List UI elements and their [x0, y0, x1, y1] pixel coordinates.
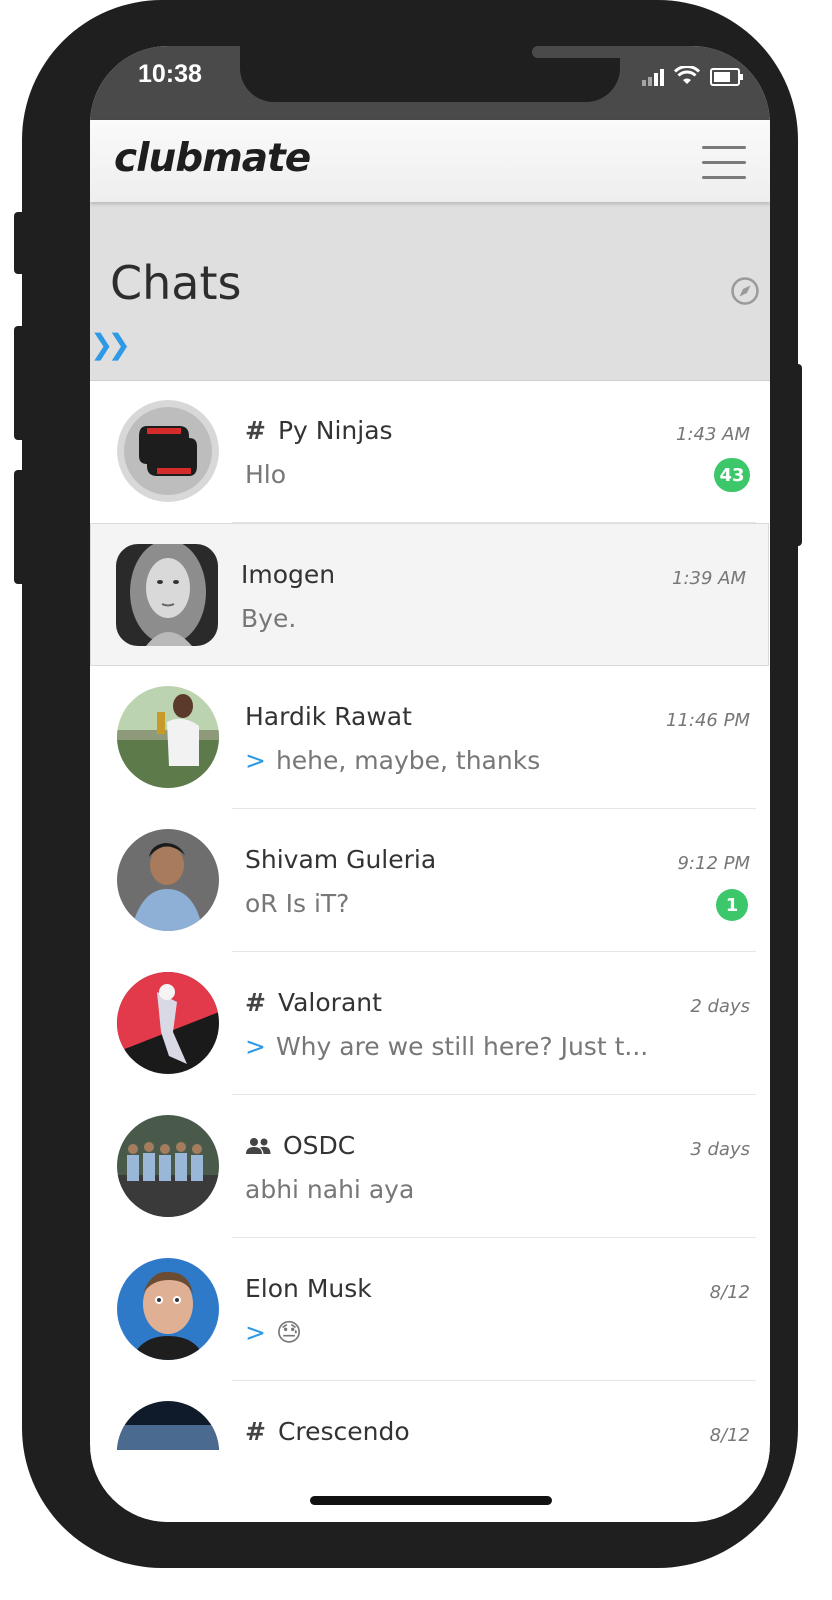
bottom-area — [90, 1450, 770, 1522]
chat-name: OSDC — [283, 1131, 356, 1160]
chat-item-imogen[interactable]: Imogen Bye. 1:39 AM — [90, 523, 769, 666]
chat-preview: hehe, maybe, thanks — [275, 746, 541, 775]
avatar — [116, 544, 218, 646]
status-bar: 10:38 — [90, 46, 770, 120]
chat-time: 8/12 — [709, 1425, 750, 1446]
home-indicator[interactable] — [310, 1496, 552, 1505]
chat-time: 8/12 — [709, 1282, 750, 1303]
channel-hash-icon: # — [245, 1417, 266, 1446]
notch — [240, 46, 626, 102]
chat-name: Py Ninjas — [277, 416, 393, 445]
phone-frame: 10:38 clubmate Chats ❯❯ # Py Ninjas Hlo … — [22, 0, 798, 1568]
chat-time: 9:12 PM — [677, 853, 750, 874]
chat-item-valorant[interactable]: # Valorant > Why are we still here? Just … — [90, 952, 770, 1095]
page-title: Chats — [110, 256, 242, 310]
chat-list: # Py Ninjas Hlo 1:43 AM 43 Imogen Bye. 1… — [90, 380, 770, 1450]
avatar — [117, 1401, 219, 1450]
app-logo: clubmate — [114, 136, 311, 181]
chat-name: Crescendo — [277, 1417, 410, 1446]
phone-screen: 10:38 clubmate Chats ❯❯ # Py Ninjas Hlo … — [90, 46, 770, 1522]
sent-indicator-icon: > — [245, 746, 266, 775]
chat-item-osdc[interactable]: OSDC abhi nahi aya 3 days — [90, 1095, 770, 1238]
sent-indicator-icon: > — [245, 1318, 266, 1347]
compass-icon[interactable] — [730, 276, 760, 306]
sent-indicator-icon: > — [245, 1032, 266, 1061]
chat-name: Elon Musk — [245, 1274, 372, 1303]
app-header: clubmate — [90, 120, 770, 202]
chat-item-py-ninjas[interactable]: # Py Ninjas Hlo 1:43 AM 43 — [90, 380, 770, 523]
chat-time: 2 days — [690, 996, 750, 1017]
unread-badge: 1 — [716, 889, 748, 921]
status-time: 10:38 — [138, 60, 202, 88]
signal-icon — [642, 68, 664, 86]
chat-name: Valorant — [277, 988, 382, 1017]
chat-name: Hardik Rawat — [245, 702, 412, 731]
chat-preview: 😓 — [275, 1318, 303, 1347]
group-icon — [246, 1137, 271, 1154]
avatar — [117, 1258, 219, 1360]
chat-time: 11:46 PM — [666, 710, 750, 731]
chats-header: Chats ❯❯ — [90, 202, 770, 381]
double-chevron-right-icon[interactable]: ❯❯ — [90, 328, 131, 361]
avatar — [117, 972, 219, 1074]
chat-item-hardik-rawat[interactable]: Hardik Rawat > hehe, maybe, thanks 11:46 … — [90, 666, 770, 809]
chat-preview: Why are we still here? Just t... — [275, 1032, 649, 1061]
chat-preview: oR Is iT? — [245, 889, 350, 918]
avatar — [117, 829, 219, 931]
chat-name: Shivam Guleria — [245, 845, 437, 874]
channel-hash-icon: # — [245, 416, 266, 445]
chat-name: Imogen — [241, 560, 336, 589]
hamburger-menu-icon[interactable] — [702, 146, 746, 180]
chat-preview: Hlo — [245, 460, 287, 489]
avatar — [117, 400, 219, 502]
battery-icon — [710, 68, 743, 86]
unread-badge: 43 — [714, 458, 750, 492]
chat-item-crescendo[interactable]: # Crescendo 8/12 — [90, 1381, 770, 1450]
status-icons — [642, 66, 743, 86]
chat-item-elon-musk[interactable]: Elon Musk > 😓 8/12 — [90, 1238, 770, 1381]
avatar — [117, 686, 219, 788]
chat-time: 3 days — [690, 1139, 750, 1160]
avatar — [117, 1115, 219, 1217]
chat-preview: Bye. — [241, 604, 297, 633]
chat-item-shivam-guleria[interactable]: Shivam Guleria oR Is iT? 9:12 PM 1 — [90, 809, 770, 952]
chat-time: 1:43 AM — [676, 424, 750, 445]
chat-preview: abhi nahi aya — [245, 1175, 415, 1204]
speaker — [532, 46, 626, 58]
chat-time: 1:39 AM — [672, 568, 746, 589]
channel-hash-icon: # — [245, 988, 266, 1017]
wifi-icon — [674, 66, 700, 84]
